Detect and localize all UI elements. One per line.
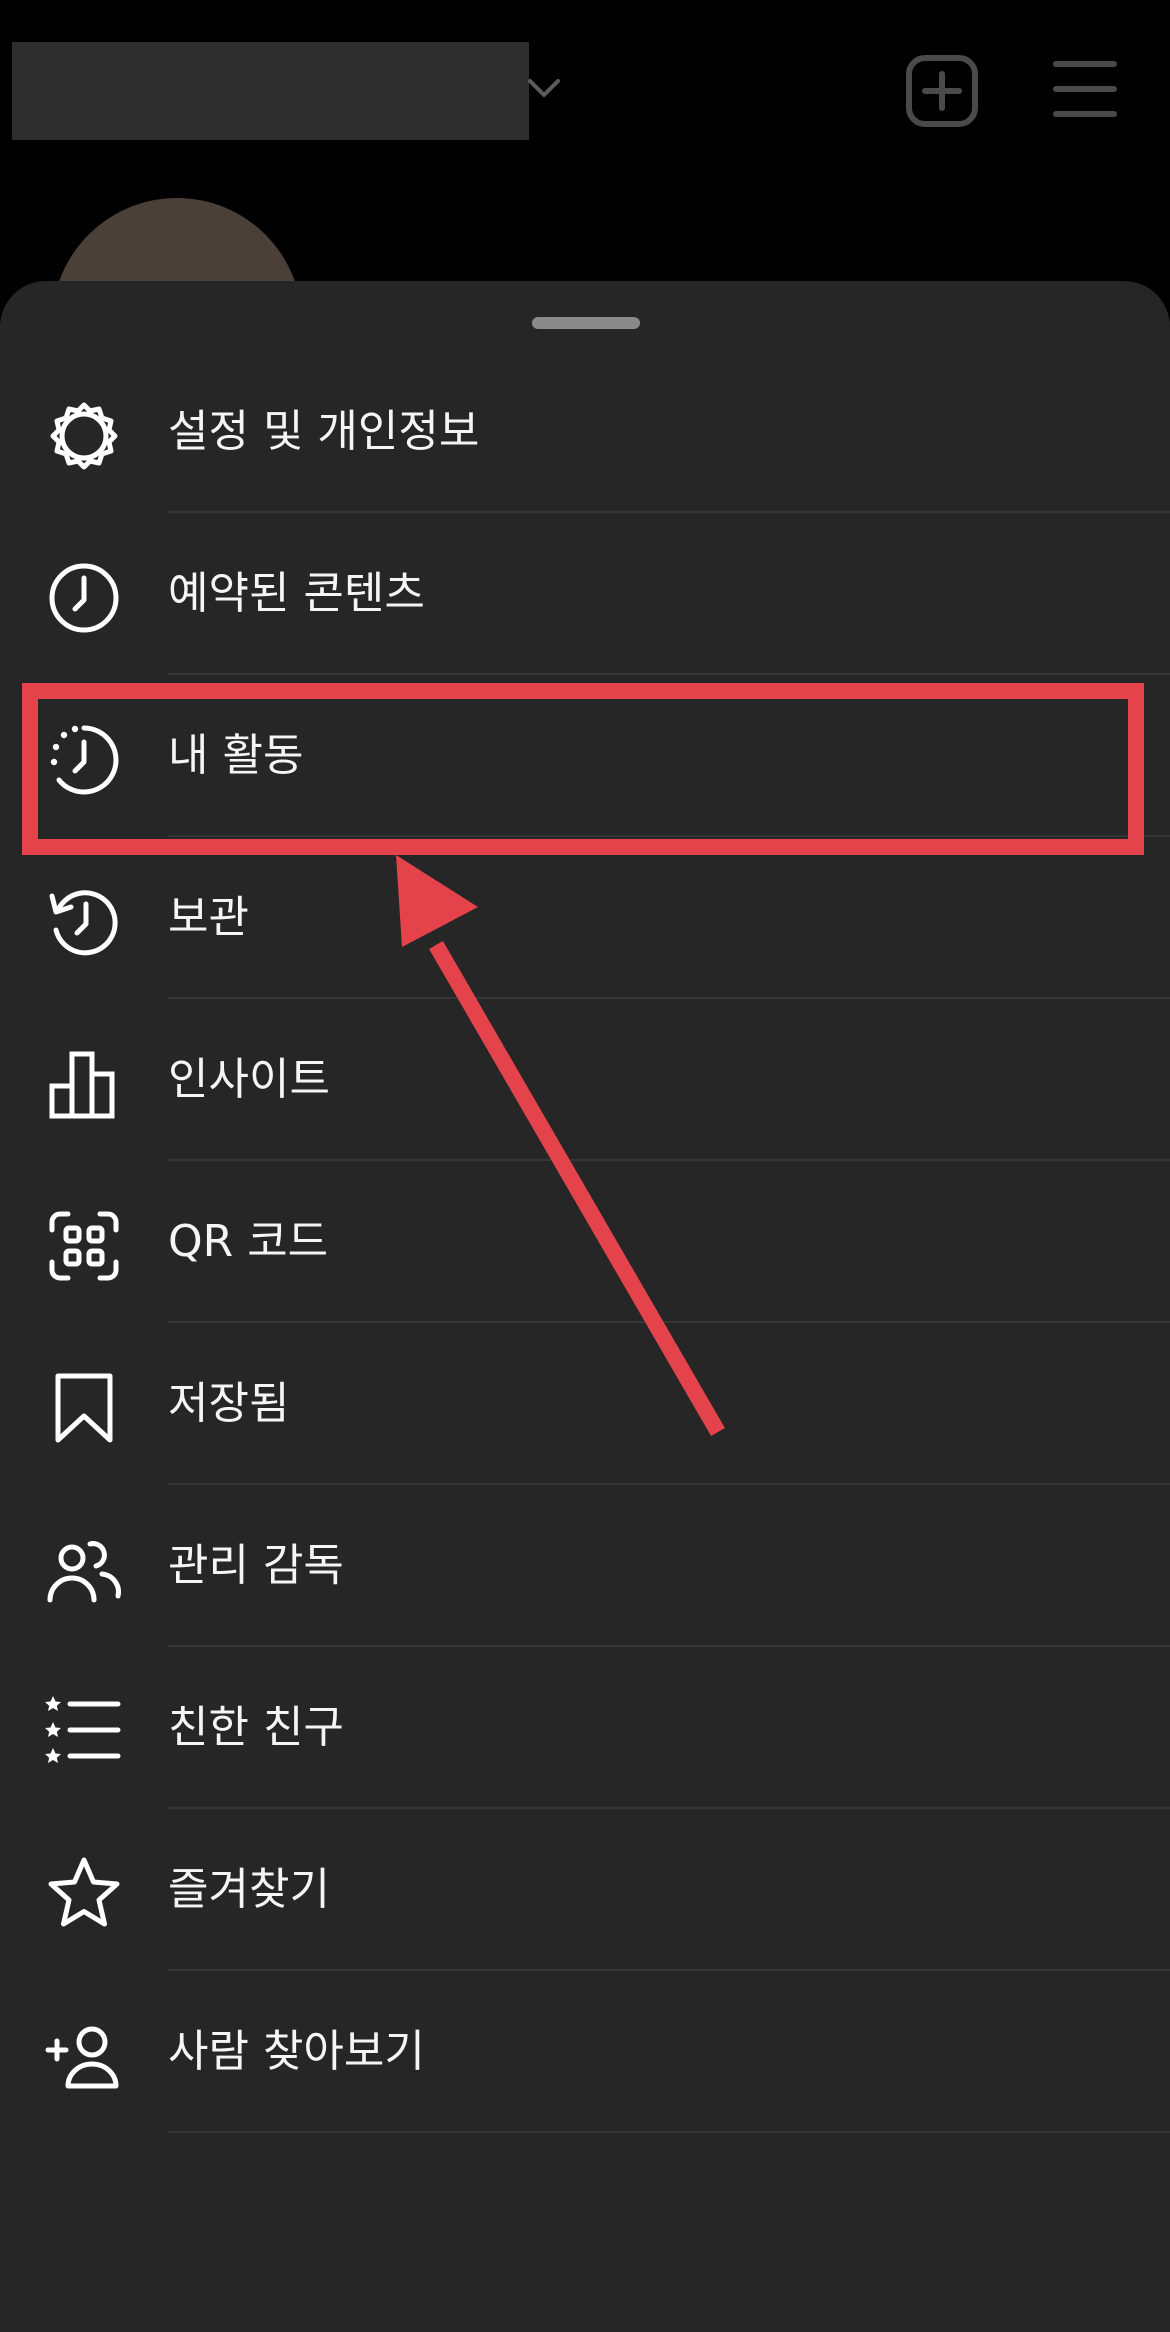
menu-item-discover-people[interactable]: 사람 찾아보기: [0, 1971, 1170, 2133]
menu-item-insights[interactable]: 인사이트: [0, 999, 1170, 1161]
bookmark-icon: [44, 1368, 124, 1448]
redacted-username[interactable]: [12, 42, 529, 140]
divider: [168, 2131, 1170, 2133]
top-bar: [0, 0, 1170, 180]
star-icon: [44, 1854, 124, 1934]
menu-item-archive[interactable]: 보관: [0, 837, 1170, 999]
settings-gear-icon: [44, 396, 124, 476]
menu-item-label: 저장됨: [168, 1378, 290, 1429]
menu-item-label: 친한 친구: [168, 1702, 344, 1753]
menu-item-saved[interactable]: 저장됨: [0, 1323, 1170, 1485]
menu-item-qr-code[interactable]: QR 코드: [0, 1161, 1170, 1323]
menu-item-supervision[interactable]: 관리 감독: [0, 1485, 1170, 1647]
menu-item-label: 즐겨찾기: [168, 1864, 330, 1915]
bar-chart-icon: [44, 1044, 124, 1124]
menu-item-settings[interactable]: 설정 및 개인정보: [0, 351, 1170, 513]
add-person-icon: [44, 2016, 124, 2096]
sheet-drag-handle[interactable]: [532, 317, 640, 329]
menu-list: 설정 및 개인정보 예약된 콘텐츠 내 활동 보관 인사이트 QR 코드 저장됨…: [0, 351, 1170, 2133]
people-icon: [44, 1530, 124, 1610]
menu-item-close-friends[interactable]: 친한 친구: [0, 1647, 1170, 1809]
chevron-down-icon[interactable]: [526, 76, 562, 100]
clock-icon: [44, 558, 124, 638]
plus-square-icon[interactable]: [905, 54, 979, 128]
menu-item-label: 인사이트: [168, 1054, 330, 1105]
menu-item-label: 보관: [168, 892, 249, 943]
menu-item-label: 설정 및 개인정보: [168, 406, 480, 457]
highlight-box: [22, 683, 1144, 855]
menu-item-label: 사람 찾아보기: [168, 2026, 425, 2077]
menu-item-favorites[interactable]: 즐겨찾기: [0, 1809, 1170, 1971]
star-list-icon: [44, 1692, 124, 1772]
menu-item-label: QR 코드: [168, 1216, 329, 1267]
qr-code-scan-icon: [44, 1206, 124, 1286]
menu-item-label: 관리 감독: [168, 1540, 344, 1591]
hamburger-menu-icon[interactable]: [1052, 58, 1118, 120]
archive-history-icon: [44, 882, 124, 962]
menu-bottom-sheet: 설정 및 개인정보 예약된 콘텐츠 내 활동 보관 인사이트 QR 코드 저장됨…: [0, 281, 1170, 2332]
menu-item-scheduled-content[interactable]: 예약된 콘텐츠: [0, 513, 1170, 675]
menu-item-label: 예약된 콘텐츠: [168, 568, 425, 619]
